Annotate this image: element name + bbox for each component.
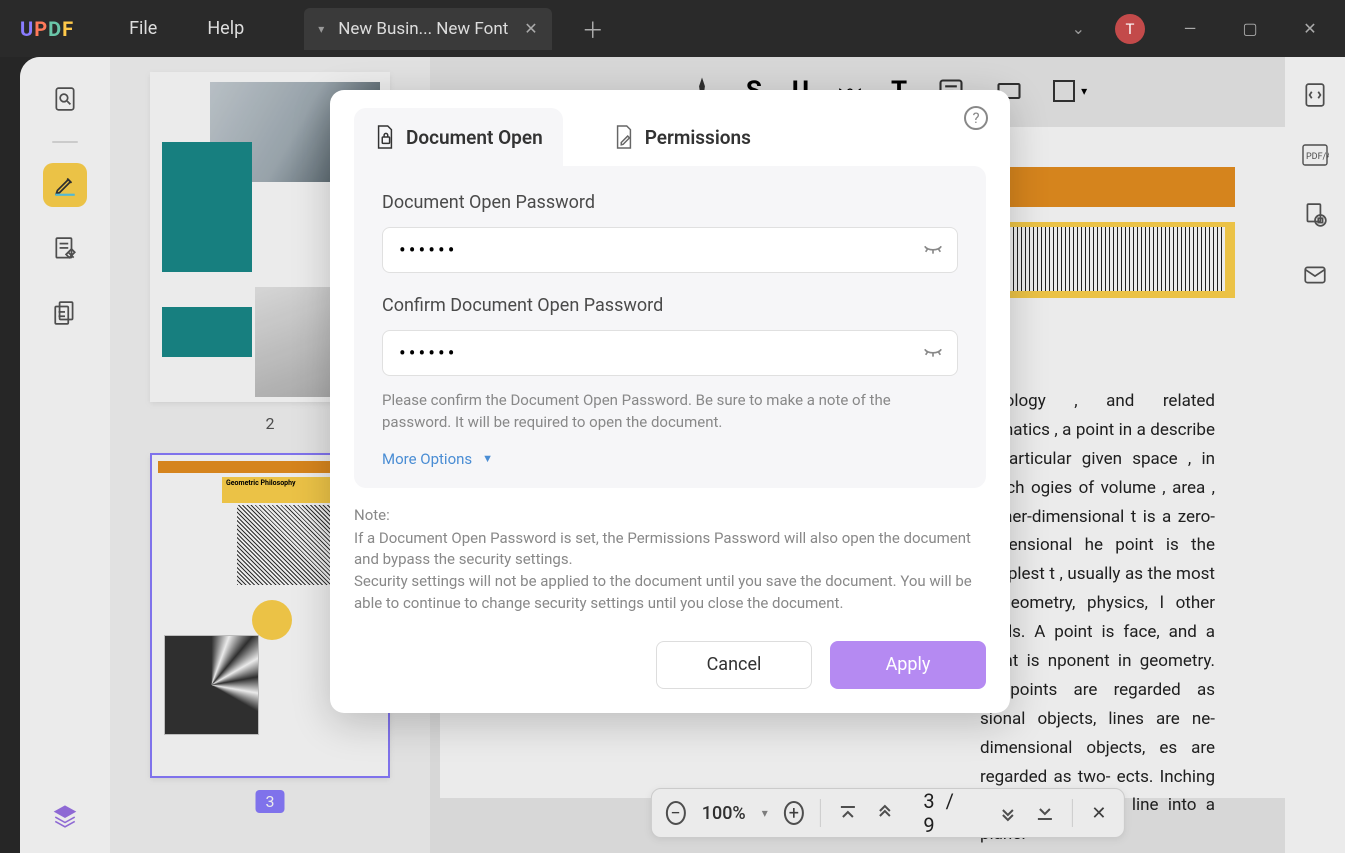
help-icon[interactable]: ?	[964, 106, 988, 130]
password-hint: Please confirm the Document Open Passwor…	[382, 390, 958, 434]
menu-file[interactable]: File	[129, 18, 157, 39]
document-pencil-icon	[613, 124, 635, 150]
password-input[interactable]	[382, 227, 958, 273]
show-password-icon[interactable]	[922, 239, 944, 261]
chevron-down-icon[interactable]: ⌄	[1072, 19, 1085, 38]
note-text-2: Security settings will not be applied to…	[354, 571, 986, 615]
tab-permissions-label: Permissions	[645, 126, 751, 149]
document-tab[interactable]: ▾ New Busin... New Font ✕	[304, 8, 552, 50]
close-window-button[interactable]: ✕	[1295, 19, 1325, 38]
note-heading: Note:	[354, 506, 986, 524]
tab-title: New Busin... New Font	[338, 19, 508, 39]
menu-help[interactable]: Help	[207, 18, 244, 39]
tab-document-open[interactable]: Document Open	[354, 108, 563, 166]
tab-permissions[interactable]: Permissions	[593, 108, 771, 166]
user-avatar[interactable]: T	[1115, 14, 1145, 44]
titlebar: UPDF File Help ▾ New Busin... New Font ✕…	[0, 0, 1345, 57]
cancel-button[interactable]: Cancel	[656, 641, 812, 689]
minimize-button[interactable]: —	[1175, 19, 1205, 38]
tab-dropdown-icon[interactable]: ▾	[318, 22, 324, 36]
chevron-down-icon: ▼	[482, 452, 493, 465]
note-text-1: If a Document Open Password is set, the …	[354, 528, 986, 572]
confirm-password-input[interactable]	[382, 330, 958, 376]
tab-document-open-label: Document Open	[406, 126, 543, 149]
password-dialog: ? Document Open Permissions Document Ope…	[330, 90, 1010, 713]
more-options-link[interactable]: More Options ▼	[382, 450, 958, 468]
tab-close-icon[interactable]: ✕	[524, 19, 537, 38]
show-confirm-password-icon[interactable]	[922, 342, 944, 364]
document-lock-icon	[374, 124, 396, 150]
confirm-password-label: Confirm Document Open Password	[382, 295, 958, 316]
app-logo: UPDF	[20, 17, 74, 41]
maximize-button[interactable]: ▢	[1235, 19, 1265, 38]
password-label: Document Open Password	[382, 192, 958, 213]
apply-button[interactable]: Apply	[830, 641, 986, 689]
new-tab-button[interactable]: ＋	[582, 13, 604, 45]
